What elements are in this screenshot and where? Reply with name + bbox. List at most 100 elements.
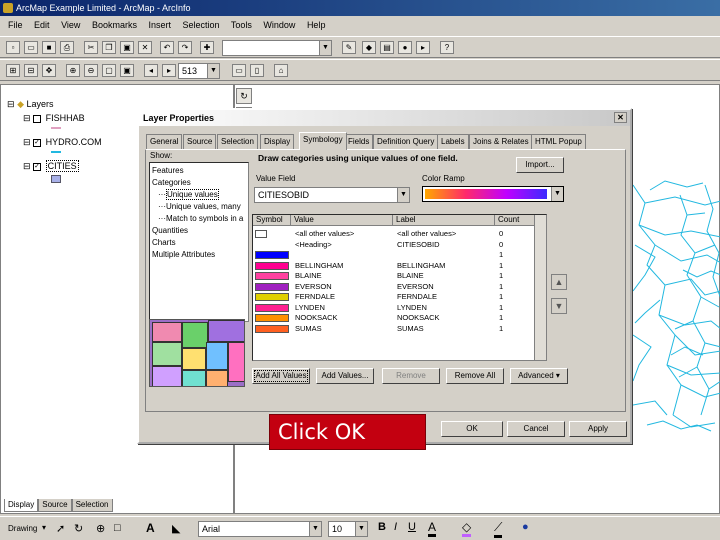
zoom-in-page-icon[interactable]: ⊞ (6, 64, 20, 77)
menu-edit[interactable]: Edit (34, 20, 50, 30)
symbol-swatch[interactable] (255, 293, 289, 301)
collapse-icon[interactable]: ⊟ (23, 161, 31, 171)
fixed-zoom-in-icon[interactable]: ⊕ (66, 64, 80, 77)
table-row[interactable]: BELLINGHAM BELLINGHAM 1 (253, 261, 531, 271)
column-header-symbol[interactable]: Symbol (253, 215, 291, 226)
cut-icon[interactable]: ✂ (84, 41, 98, 54)
tree-item-features[interactable]: Features (152, 165, 246, 177)
zoom-out-page-icon[interactable]: ⊟ (24, 64, 38, 77)
remove-button[interactable]: Remove (382, 368, 440, 384)
fixed-zoom-out-icon[interactable]: ⊖ (84, 64, 98, 77)
toggle-draft-icon[interactable]: ▭ (232, 64, 246, 77)
copy-icon[interactable]: ❐ (102, 41, 116, 54)
tab-symbology[interactable]: Symbology (299, 132, 347, 150)
zoom-percent-combo[interactable]: 513 ▼ (178, 63, 220, 79)
cancel-button[interactable]: Cancel (507, 421, 565, 437)
symbol-swatch[interactable] (255, 303, 289, 312)
tab-display[interactable]: Display (4, 499, 39, 512)
font-color-icon[interactable]: A (428, 520, 437, 537)
table-row[interactable]: EVERSON EVERSON 1 (253, 282, 531, 292)
collapse-icon[interactable]: ⊟ (23, 137, 31, 147)
layer-row-fishhab[interactable]: ⊟ FISHHAB (23, 113, 85, 124)
layer-row-hydro[interactable]: ⊟ ✓ HYDRO.COM (23, 137, 102, 148)
chevron-down-icon[interactable]: ▼ (355, 522, 367, 536)
renderer-tree[interactable]: Features Categories ···Unique values ···… (149, 162, 249, 322)
tab-fields[interactable]: Fields (344, 134, 374, 149)
select-elements-icon[interactable]: ➚ (56, 522, 65, 535)
collapse-icon[interactable]: ⊟ (23, 113, 31, 123)
layer-checkbox[interactable] (33, 114, 42, 123)
text-tool-icon[interactable]: A (146, 521, 155, 535)
tree-item-unique-values-many[interactable]: ···Unique values, many (152, 201, 246, 213)
symbol-swatch[interactable] (255, 251, 289, 259)
menu-help[interactable]: Help (307, 20, 326, 30)
tree-item-categories[interactable]: Categories (152, 177, 246, 189)
tab-selection[interactable]: Selection (71, 499, 113, 512)
edit-vertices-icon[interactable]: ◣ (172, 522, 180, 535)
tree-item-charts[interactable]: Charts (152, 237, 246, 249)
table-row[interactable]: LYNDEN LYNDEN 1 (253, 303, 531, 313)
previous-extent-icon[interactable]: ◂ (144, 64, 158, 77)
import-button[interactable]: Import... (516, 157, 564, 173)
symbol-swatch[interactable] (255, 324, 289, 333)
font-combo[interactable]: Arial ▼ (198, 521, 322, 537)
symbol-swatch[interactable] (255, 261, 289, 270)
underline-icon[interactable]: U (408, 521, 416, 533)
next-extent-icon[interactable]: ▸ (162, 64, 176, 77)
layer-checkbox[interactable]: ✓ (33, 138, 42, 147)
refresh-icon[interactable]: ↻ (236, 88, 252, 104)
table-row[interactable]: <all other values> <all other values> 0 (253, 229, 531, 239)
table-row[interactable]: FERNDALE FERNDALE 1 (253, 292, 531, 302)
collapse-icon[interactable]: ⊟ (7, 99, 15, 109)
font-size-combo[interactable]: 10 ▼ (328, 521, 368, 537)
layer-checkbox[interactable]: ✓ (33, 162, 42, 171)
print-icon[interactable]: ⎙ (60, 41, 74, 54)
drawing-menu[interactable]: Drawing (8, 524, 37, 533)
symbol-swatch[interactable] (255, 230, 267, 238)
chevron-down-icon[interactable]: ▼ (397, 188, 409, 202)
table-row[interactable]: NOOKSACK NOOKSACK 1 (253, 313, 531, 323)
fill-color-icon[interactable]: ◇ (462, 520, 472, 537)
tree-item-quantities[interactable]: Quantities (152, 225, 246, 237)
command-line-icon[interactable]: ▸ (416, 41, 430, 54)
add-values-button[interactable]: Add Values... (316, 368, 374, 384)
menu-tools[interactable]: Tools (231, 20, 252, 30)
chevron-down-icon[interactable]: ▼ (319, 41, 331, 55)
italic-icon[interactable]: I (394, 521, 397, 533)
tab-definition-query[interactable]: Definition Query (373, 134, 439, 149)
layers-root[interactable]: ⊟ ◆ Layers (7, 99, 54, 110)
paste-icon[interactable]: ▣ (120, 41, 134, 54)
ok-button[interactable]: OK (441, 421, 503, 437)
change-layout-icon[interactable]: ⌂ (274, 64, 288, 77)
menu-insert[interactable]: Insert (148, 20, 171, 30)
zoom-whole-page-icon[interactable]: ▢ (102, 64, 116, 77)
zoom-tool-icon[interactable]: ⊕ (96, 522, 105, 535)
add-all-values-button[interactable]: Add All Values (252, 368, 310, 384)
remove-all-button[interactable]: Remove All (446, 368, 504, 384)
tab-joins-relates[interactable]: Joins & Relates (469, 134, 533, 149)
symbol-swatch[interactable] (255, 282, 289, 291)
grid-scrollbar[interactable] (534, 215, 546, 360)
tab-selection[interactable]: Selection (217, 134, 258, 149)
column-header-count[interactable]: Count (495, 215, 535, 226)
symbol-swatch[interactable] (255, 272, 289, 280)
whats-this-help-icon[interactable]: ? (440, 41, 454, 54)
unique-values-grid[interactable]: Symbol Value Label Count <all other valu… (252, 214, 547, 361)
bold-icon[interactable]: B (378, 521, 386, 533)
delete-icon[interactable]: ✕ (138, 41, 152, 54)
table-row[interactable]: 1 (253, 250, 531, 260)
arctoolbox-icon[interactable]: ◆ (362, 41, 376, 54)
close-icon[interactable]: ✕ (614, 112, 627, 123)
save-icon[interactable]: ■ (42, 41, 56, 54)
tab-html-popup[interactable]: HTML Popup (531, 134, 586, 149)
apply-button[interactable]: Apply (569, 421, 627, 437)
marker-color-icon[interactable]: ● (522, 521, 529, 533)
model-icon[interactable]: ● (398, 41, 412, 54)
new-icon[interactable]: ▫ (6, 41, 20, 54)
tree-item-multiple-attributes[interactable]: Multiple Attributes (152, 249, 246, 261)
chevron-down-icon[interactable]: ▾ (42, 523, 46, 532)
table-row[interactable]: <Heading> CITIESOBID 0 (253, 240, 531, 250)
move-down-icon[interactable]: ▼ (551, 298, 567, 314)
advanced-button[interactable]: Advanced ▾ (510, 368, 568, 384)
menu-view[interactable]: View (61, 20, 80, 30)
